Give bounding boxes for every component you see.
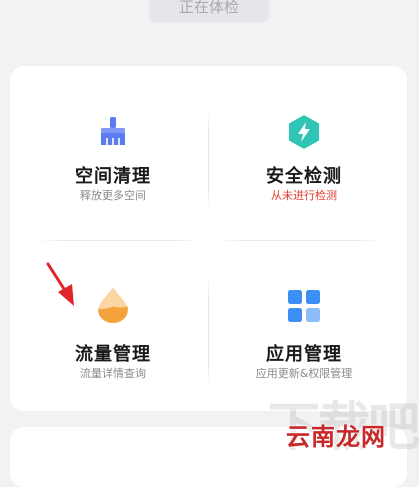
divider-horizontal-left	[38, 240, 198, 241]
tile-subtitle: 释放更多空间	[80, 189, 146, 202]
shield-bolt-icon	[289, 115, 319, 149]
watermark-logo: 云南龙网	[286, 423, 386, 451]
tools-card: 空间清理 释放更多空间 安全检测 从未进行检测 流量管理 流量详情查询 应用管理…	[10, 66, 407, 411]
tile-subtitle: 应用更新&权限管理	[255, 367, 353, 380]
water-drop-icon	[98, 287, 128, 323]
tile-title: 安全检测	[266, 166, 342, 187]
tile-title: 空间清理	[75, 166, 151, 187]
tile-subtitle: 流量详情查询	[80, 367, 146, 380]
tile-title: 流量管理	[75, 344, 151, 365]
checkup-button[interactable]: 正在体检	[149, 0, 269, 22]
broom-icon	[101, 117, 125, 145]
tile-title: 应用管理	[266, 344, 342, 365]
tile-subtitle-warning: 从未进行检测	[271, 189, 337, 202]
tile-space-cleanup[interactable]: 空间清理 释放更多空间	[18, 66, 208, 216]
app-grid-icon	[288, 290, 320, 322]
divider-horizontal-right	[220, 240, 380, 241]
tile-security-check[interactable]: 安全检测 从未进行检测	[209, 66, 399, 216]
annotation-arrow-icon	[46, 262, 74, 306]
tile-app-management[interactable]: 应用管理 应用更新&权限管理	[209, 244, 399, 394]
